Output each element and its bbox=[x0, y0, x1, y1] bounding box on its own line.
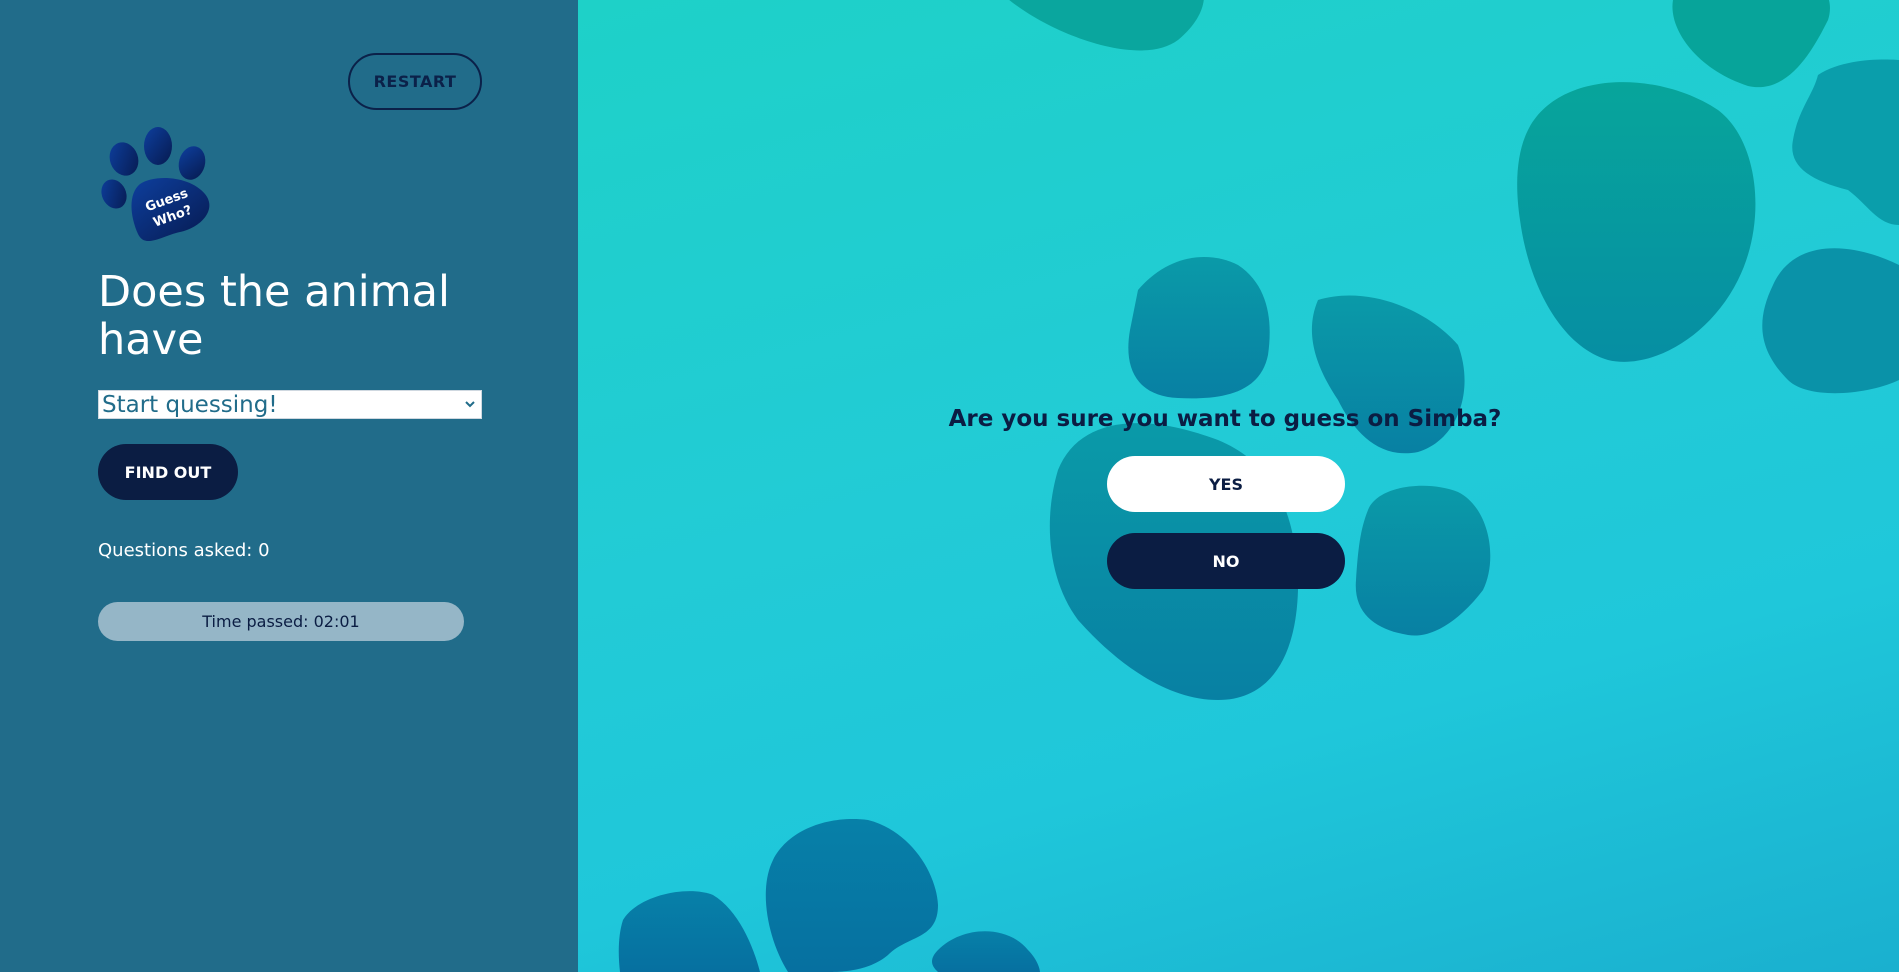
time-passed-badge: Time passed: 02:01 bbox=[98, 602, 464, 641]
restart-button[interactable]: RESTART bbox=[348, 53, 482, 110]
questions-asked-counter: Questions asked: 0 bbox=[98, 540, 270, 561]
sidebar: RESTART Guess Who? Does the animal have … bbox=[0, 0, 578, 972]
confirm-question: Are you sure you want to guess on Simba? bbox=[948, 406, 1502, 432]
find-out-button[interactable]: FIND OUT bbox=[98, 444, 238, 500]
yes-button[interactable]: YES bbox=[1107, 456, 1345, 512]
question-title: Does the animal have bbox=[98, 267, 450, 365]
logo: Guess Who? bbox=[100, 124, 230, 249]
question-select[interactable]: Start quessing! bbox=[98, 390, 482, 419]
chevron-down-icon bbox=[465, 401, 475, 408]
no-button[interactable]: NO bbox=[1107, 533, 1345, 589]
main-area: Are you sure you want to guess on Simba?… bbox=[578, 0, 1899, 972]
time-passed-text: Time passed: 02:01 bbox=[202, 612, 360, 631]
paw-icon: Guess Who? bbox=[101, 127, 210, 242]
question-select-value: Start quessing! bbox=[102, 392, 278, 418]
